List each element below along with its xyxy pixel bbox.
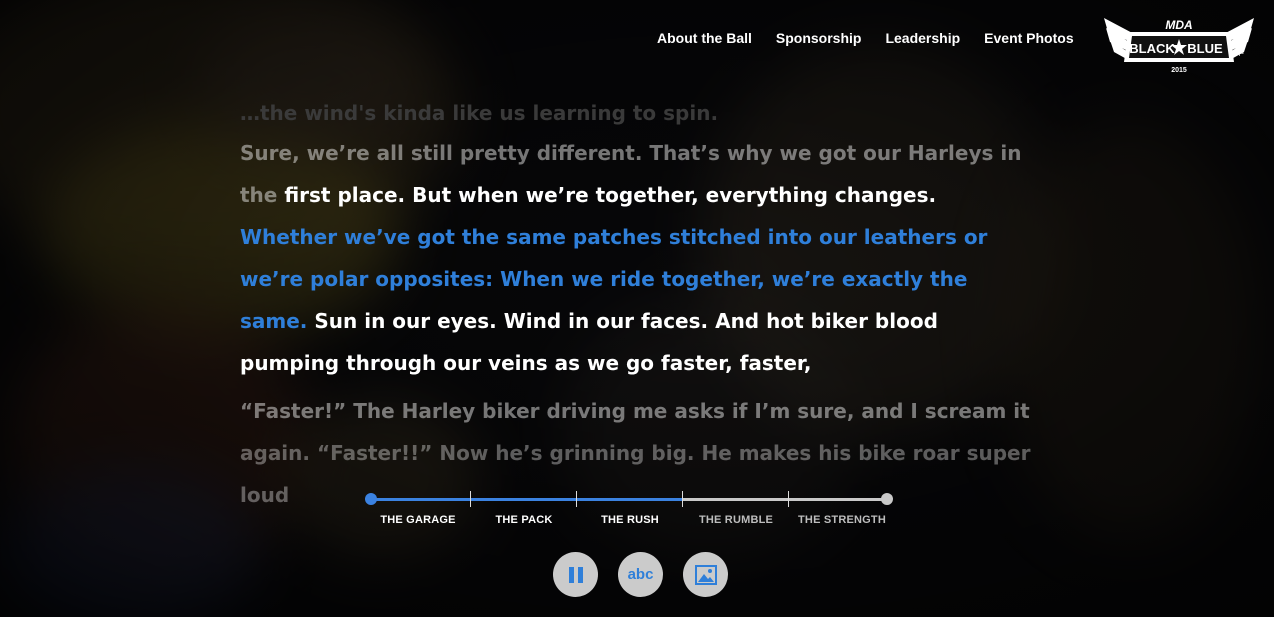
story-white-text-a: first place. But when we’re together, ev… — [284, 183, 937, 207]
story-faded-top: …the wind's kinda like us learning to sp… — [240, 101, 719, 125]
logo-mda: MDA — [1165, 18, 1192, 32]
story-white-text-b: Sun in our eyes. Wind in our faces. And … — [240, 309, 938, 375]
logo-ball: BALL — [1237, 40, 1243, 56]
timeline-tick — [788, 491, 789, 507]
story-paragraph-1: Sure, we’re all still pretty different. … — [240, 132, 1040, 384]
nav-about-the-ball[interactable]: About the Ball — [657, 30, 752, 46]
chapter-the-strength[interactable]: THE STRENGTH — [798, 514, 886, 526]
nav-sponsorship[interactable]: Sponsorship — [776, 30, 862, 46]
black-and-blue-ball-logo[interactable]: MDA BLACK BLUE BALL 2015 — [1102, 10, 1256, 76]
timeline-tick — [470, 491, 471, 507]
nav-event-photos[interactable]: Event Photos — [984, 30, 1073, 46]
text-toggle-label: abc — [627, 566, 654, 583]
text-toggle-button[interactable]: abc — [618, 552, 663, 597]
main-nav: About the Ball Sponsorship Leadership Ev… — [657, 30, 1098, 46]
nav-leadership[interactable]: Leadership — [885, 30, 960, 46]
image-icon — [694, 564, 717, 585]
timeline-end-handle[interactable] — [881, 493, 893, 505]
timeline-progress — [370, 498, 684, 501]
timeline-start-handle[interactable] — [365, 493, 377, 505]
timeline-tick — [576, 491, 577, 507]
chapter-the-rumble[interactable]: THE RUMBLE — [699, 514, 773, 526]
chapter-the-garage[interactable]: THE GARAGE — [380, 514, 455, 526]
logo-blue: BLUE — [1187, 41, 1223, 56]
chapter-timeline[interactable]: THE GARAGE THE PACK THE RUSH THE RUMBLE … — [365, 490, 893, 530]
timeline-tick — [682, 491, 683, 507]
story-dim-text-2: “Faster!” The Harley biker driving me as… — [240, 399, 1030, 423]
chapter-the-rush[interactable]: THE RUSH — [601, 514, 659, 526]
logo-black: BLACK — [1129, 41, 1175, 56]
story-text: …the wind's kinda like us learning to sp… — [240, 92, 1040, 522]
pause-icon — [568, 566, 583, 583]
image-toggle-button[interactable] — [683, 552, 728, 597]
logo-year: 2015 — [1171, 67, 1187, 74]
chapter-the-pack[interactable]: THE PACK — [495, 514, 552, 526]
pause-button[interactable] — [553, 552, 598, 597]
